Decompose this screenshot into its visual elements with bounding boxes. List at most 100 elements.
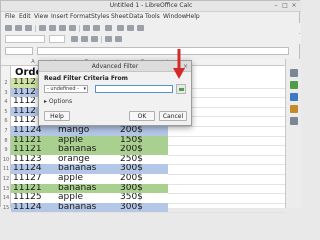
- row-header[interactable]: 4: [1, 99, 11, 105]
- save-icon[interactable]: [25, 25, 32, 31]
- cell-id[interactable]: 11121: [13, 184, 58, 194]
- cell-item[interactable]: apple: [58, 193, 118, 203]
- close-icon[interactable]: ×: [291, 3, 297, 9]
- menu-sheet[interactable]: Sheet: [111, 13, 128, 20]
- chart-icon[interactable]: [117, 25, 124, 31]
- cell-id[interactable]: 11124: [13, 203, 58, 213]
- undo-icon[interactable]: [83, 25, 90, 31]
- cell-price[interactable]: 250$: [120, 155, 168, 165]
- row-header[interactable]: 13: [1, 186, 11, 192]
- find-icon[interactable]: [105, 25, 112, 31]
- menu-tools[interactable]: Tools: [145, 13, 160, 20]
- cell-item[interactable]: apple: [58, 174, 118, 184]
- cell-price[interactable]: 200$: [120, 145, 168, 155]
- named-range-select[interactable]: - undefined - ▾: [44, 85, 88, 93]
- navigator-icon[interactable]: [290, 105, 298, 113]
- row-header[interactable]: 9: [1, 147, 11, 153]
- cell-item[interactable]: bananas: [58, 164, 118, 174]
- dialog-button-row: Help OK Cancel: [39, 111, 191, 123]
- cancel-button[interactable]: Cancel: [159, 111, 187, 121]
- row-header[interactable]: 11: [1, 166, 11, 172]
- ok-button[interactable]: OK: [129, 111, 155, 121]
- row-header[interactable]: 14: [1, 195, 11, 201]
- row-header[interactable]: 10: [1, 157, 11, 163]
- cell-price[interactable]: 200$: [120, 174, 168, 184]
- menu-file[interactable]: File: [5, 13, 15, 20]
- cell-item[interactable]: bananas: [58, 145, 118, 155]
- cell-price[interactable]: 300$: [120, 184, 168, 194]
- menu-data[interactable]: Data: [129, 13, 143, 20]
- window-title: Untitled 1 - LibreOffice Calc: [109, 2, 193, 9]
- row-header[interactable]: 2: [1, 80, 11, 86]
- cell-id[interactable]: 11123: [13, 155, 58, 165]
- options-label: Options: [48, 98, 73, 105]
- table-row: 11121 bananas 300$: [11, 183, 285, 194]
- font-name-box[interactable]: [5, 35, 45, 43]
- underline-icon[interactable]: [91, 36, 98, 42]
- cell-price[interactable]: 200$: [120, 126, 168, 136]
- new-icon[interactable]: [5, 25, 12, 31]
- criteria-range-input[interactable]: [95, 85, 173, 93]
- gallery-icon[interactable]: [290, 93, 298, 101]
- cell-price[interactable]: 300$: [120, 164, 168, 174]
- table-row: 11121 apple 150$: [11, 135, 285, 146]
- print-icon[interactable]: [39, 25, 46, 31]
- maximize-icon[interactable]: □: [282, 3, 288, 9]
- row-header[interactable]: 3: [1, 90, 11, 96]
- row-header[interactable]: 6: [1, 118, 11, 124]
- formula-input[interactable]: [37, 47, 289, 55]
- cell-id[interactable]: 11121: [13, 145, 58, 155]
- help-button[interactable]: Help: [44, 111, 70, 121]
- bold-icon[interactable]: [71, 36, 78, 42]
- standard-toolbar: [1, 23, 301, 33]
- cell-price[interactable]: 300$: [120, 203, 168, 213]
- menu-insert[interactable]: Insert: [51, 13, 68, 20]
- cell-item[interactable]: mango: [58, 126, 118, 136]
- cell-id[interactable]: 11124: [13, 164, 58, 174]
- properties-icon[interactable]: [290, 69, 298, 77]
- paste-icon[interactable]: [69, 25, 76, 31]
- copy-icon[interactable]: [59, 25, 66, 31]
- align-left-icon[interactable]: [105, 36, 112, 42]
- row-header[interactable]: 15: [1, 205, 11, 211]
- row-header[interactable]: 7: [1, 128, 11, 134]
- minimize-icon[interactable]: –: [273, 3, 279, 9]
- cell-price[interactable]: 350$: [120, 193, 168, 203]
- shrink-icon: [179, 88, 184, 91]
- row-header[interactable]: 12: [1, 176, 11, 182]
- align-center-icon[interactable]: [115, 36, 122, 42]
- menu-format[interactable]: Format: [70, 13, 91, 20]
- cell-id[interactable]: 11121: [13, 136, 58, 146]
- cell-id[interactable]: 11127: [13, 174, 58, 184]
- row-header[interactable]: 5: [1, 109, 11, 115]
- menu-edit[interactable]: Edit: [19, 13, 31, 20]
- shrink-button[interactable]: [176, 84, 186, 94]
- redo-icon[interactable]: [93, 25, 100, 31]
- cell-item[interactable]: apple: [58, 136, 118, 146]
- table-row: 11124 mango 200$: [11, 126, 285, 136]
- filter-icon[interactable]: [137, 25, 144, 31]
- cell-id[interactable]: 11124: [13, 126, 58, 136]
- row-header[interactable]: 8: [1, 138, 11, 144]
- menu-help[interactable]: Help: [186, 13, 200, 20]
- row-headers: 2 3 4 5 6 7 8 9 10 11 12 13 14 15: [1, 66, 11, 211]
- name-box[interactable]: [5, 47, 33, 55]
- cell-id[interactable]: 11125: [13, 193, 58, 203]
- title-bar: Untitled 1 - LibreOffice Calc – □ ×: [1, 1, 301, 12]
- open-icon[interactable]: [15, 25, 22, 31]
- styles-icon[interactable]: [290, 81, 298, 89]
- sort-icon[interactable]: [127, 25, 134, 31]
- cut-icon[interactable]: [49, 25, 56, 31]
- cell-item[interactable]: bananas: [58, 184, 118, 194]
- cell-price[interactable]: 150$: [120, 136, 168, 146]
- options-expander[interactable]: ▸ Options: [44, 98, 72, 105]
- cell-item[interactable]: orange: [58, 155, 118, 165]
- menu-styles[interactable]: Styles: [91, 13, 109, 20]
- menu-view[interactable]: View: [34, 13, 48, 20]
- cell-item[interactable]: bananas: [58, 203, 118, 213]
- functions-icon[interactable]: [290, 117, 298, 125]
- table-row: 11127 apple 200$: [11, 174, 285, 184]
- menu-window[interactable]: Window: [163, 13, 187, 20]
- font-size-box[interactable]: [49, 35, 65, 43]
- italic-icon[interactable]: [81, 36, 88, 42]
